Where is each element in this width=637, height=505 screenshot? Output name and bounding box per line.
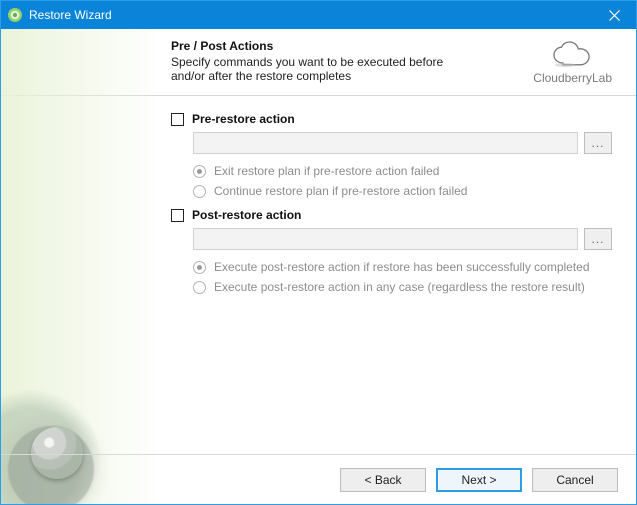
post-radio-success[interactable]: Execute post-restore action if restore h… bbox=[171, 260, 612, 274]
wizard-content: Pre-restore action ... Exit restore plan… bbox=[1, 96, 636, 454]
wizard-footer: < Back Next > Cancel bbox=[1, 454, 636, 504]
radio-icon bbox=[193, 261, 206, 274]
titlebar: Restore Wizard bbox=[1, 1, 636, 29]
pre-restore-command-input[interactable] bbox=[193, 132, 578, 154]
restore-wizard-window: Restore Wizard Pre / Post Actions Specif… bbox=[0, 0, 637, 505]
next-button[interactable]: Next > bbox=[436, 468, 522, 492]
pre-radio-continue[interactable]: Continue restore plan if pre-restore act… bbox=[171, 184, 612, 198]
back-button[interactable]: < Back bbox=[340, 468, 426, 492]
radio-icon bbox=[193, 185, 206, 198]
post-radio-success-label: Execute post-restore action if restore h… bbox=[214, 260, 590, 274]
pre-radio-exit[interactable]: Exit restore plan if pre-restore action … bbox=[171, 164, 612, 178]
pre-restore-checkbox[interactable] bbox=[171, 113, 184, 126]
radio-icon bbox=[193, 281, 206, 294]
post-restore-checkbox[interactable] bbox=[171, 209, 184, 222]
radio-icon bbox=[193, 165, 206, 178]
cancel-button[interactable]: Cancel bbox=[532, 468, 618, 492]
page-header: Pre / Post Actions Specify commands you … bbox=[1, 29, 636, 95]
pre-restore-section: Pre-restore action bbox=[171, 112, 612, 126]
app-icon bbox=[7, 7, 23, 23]
page-subtitle: Specify commands you want to be executed… bbox=[171, 55, 451, 83]
post-radio-anycase[interactable]: Execute post-restore action in any case … bbox=[171, 280, 612, 294]
post-restore-checkbox-label: Post-restore action bbox=[192, 208, 301, 222]
cloud-icon bbox=[550, 41, 596, 69]
pre-radio-continue-label: Continue restore plan if pre-restore act… bbox=[214, 184, 467, 198]
brand: CloudberryLab bbox=[533, 41, 612, 85]
pre-restore-browse-button[interactable]: ... bbox=[584, 132, 612, 154]
pre-restore-checkbox-label: Pre-restore action bbox=[192, 112, 295, 126]
pre-radio-exit-label: Exit restore plan if pre-restore action … bbox=[214, 164, 439, 178]
post-radio-anycase-label: Execute post-restore action in any case … bbox=[214, 280, 585, 294]
post-restore-section: Post-restore action bbox=[171, 208, 612, 222]
wizard-body: Pre / Post Actions Specify commands you … bbox=[1, 29, 636, 504]
close-button[interactable] bbox=[592, 1, 636, 29]
post-restore-command-input[interactable] bbox=[193, 228, 578, 250]
window-title: Restore Wizard bbox=[29, 8, 592, 22]
post-restore-browse-button[interactable]: ... bbox=[584, 228, 612, 250]
brand-name: CloudberryLab bbox=[533, 71, 612, 85]
